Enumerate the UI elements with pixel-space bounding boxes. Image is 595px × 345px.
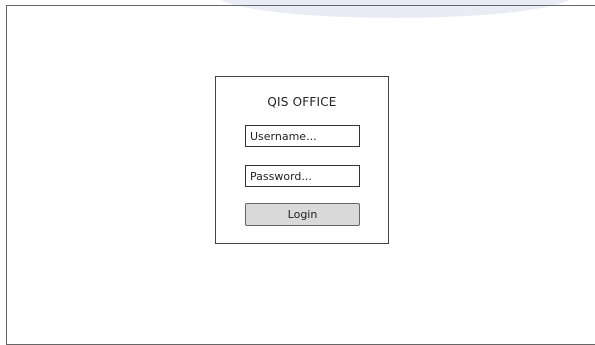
username-input[interactable]: [245, 125, 360, 147]
login-panel: QIS OFFICE Login: [215, 76, 389, 244]
password-input[interactable]: [245, 165, 360, 187]
app-title: QIS OFFICE: [267, 95, 337, 109]
login-button[interactable]: Login: [245, 203, 360, 226]
